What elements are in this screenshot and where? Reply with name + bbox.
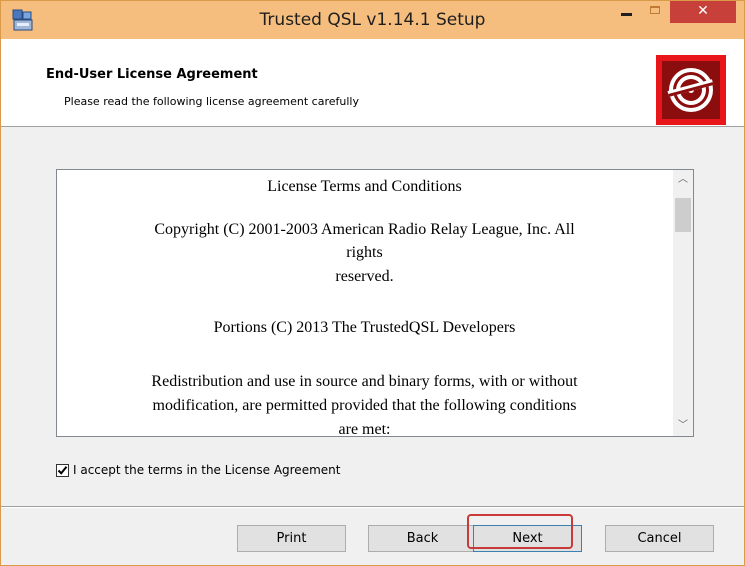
license-line: rights bbox=[346, 244, 383, 261]
license-heading: License Terms and Conditions bbox=[267, 178, 462, 195]
print-button[interactable]: Print bbox=[237, 525, 346, 552]
disc-logo-icon bbox=[656, 55, 726, 125]
license-line: reserved. bbox=[335, 268, 394, 285]
header-banner: End-User License Agreement Please read t… bbox=[1, 39, 744, 127]
checkmark-icon bbox=[57, 465, 68, 475]
cancel-button[interactable]: Cancel bbox=[605, 525, 714, 552]
license-line: Redistribution and use in source and bin… bbox=[151, 373, 578, 390]
page-title: End-User License Agreement bbox=[46, 67, 258, 82]
license-line: modification, are permitted provided tha… bbox=[152, 397, 577, 414]
close-button[interactable]: ✕ bbox=[670, 1, 736, 23]
license-line: Portions (C) 2013 The TrustedQSL Develop… bbox=[213, 319, 516, 336]
license-line: are met: bbox=[338, 421, 391, 436]
license-text: License Terms and Conditions Copyright (… bbox=[57, 170, 672, 436]
license-text-box[interactable]: License Terms and Conditions Copyright (… bbox=[56, 169, 694, 437]
accept-terms-label[interactable]: I accept the terms in the License Agreem… bbox=[73, 463, 340, 477]
close-icon: ✕ bbox=[697, 3, 709, 19]
license-scrollbar[interactable]: ︿ ﹀ bbox=[673, 170, 693, 436]
scroll-down-icon[interactable]: ﹀ bbox=[673, 416, 693, 436]
title-bar[interactable]: Trusted QSL v1.14.1 Setup ✕ bbox=[1, 1, 744, 39]
scrollbar-thumb[interactable] bbox=[675, 198, 691, 232]
maximize-button[interactable] bbox=[642, 1, 669, 23]
footer-divider bbox=[1, 506, 744, 508]
page-subtitle: Please read the following license agreem… bbox=[64, 95, 359, 108]
installer-window: Trusted QSL v1.14.1 Setup ✕ End-User Lic… bbox=[0, 0, 745, 566]
accept-terms-checkbox[interactable] bbox=[56, 463, 69, 477]
license-line: Copyright (C) 2001-2003 American Radio R… bbox=[154, 221, 575, 238]
next-button-highlight bbox=[467, 514, 573, 549]
scroll-up-icon[interactable]: ︿ bbox=[673, 170, 693, 190]
back-button[interactable]: Back bbox=[368, 525, 477, 552]
minimize-button[interactable] bbox=[613, 1, 642, 23]
accept-terms-row[interactable]: I accept the terms in the License Agreem… bbox=[56, 461, 340, 479]
